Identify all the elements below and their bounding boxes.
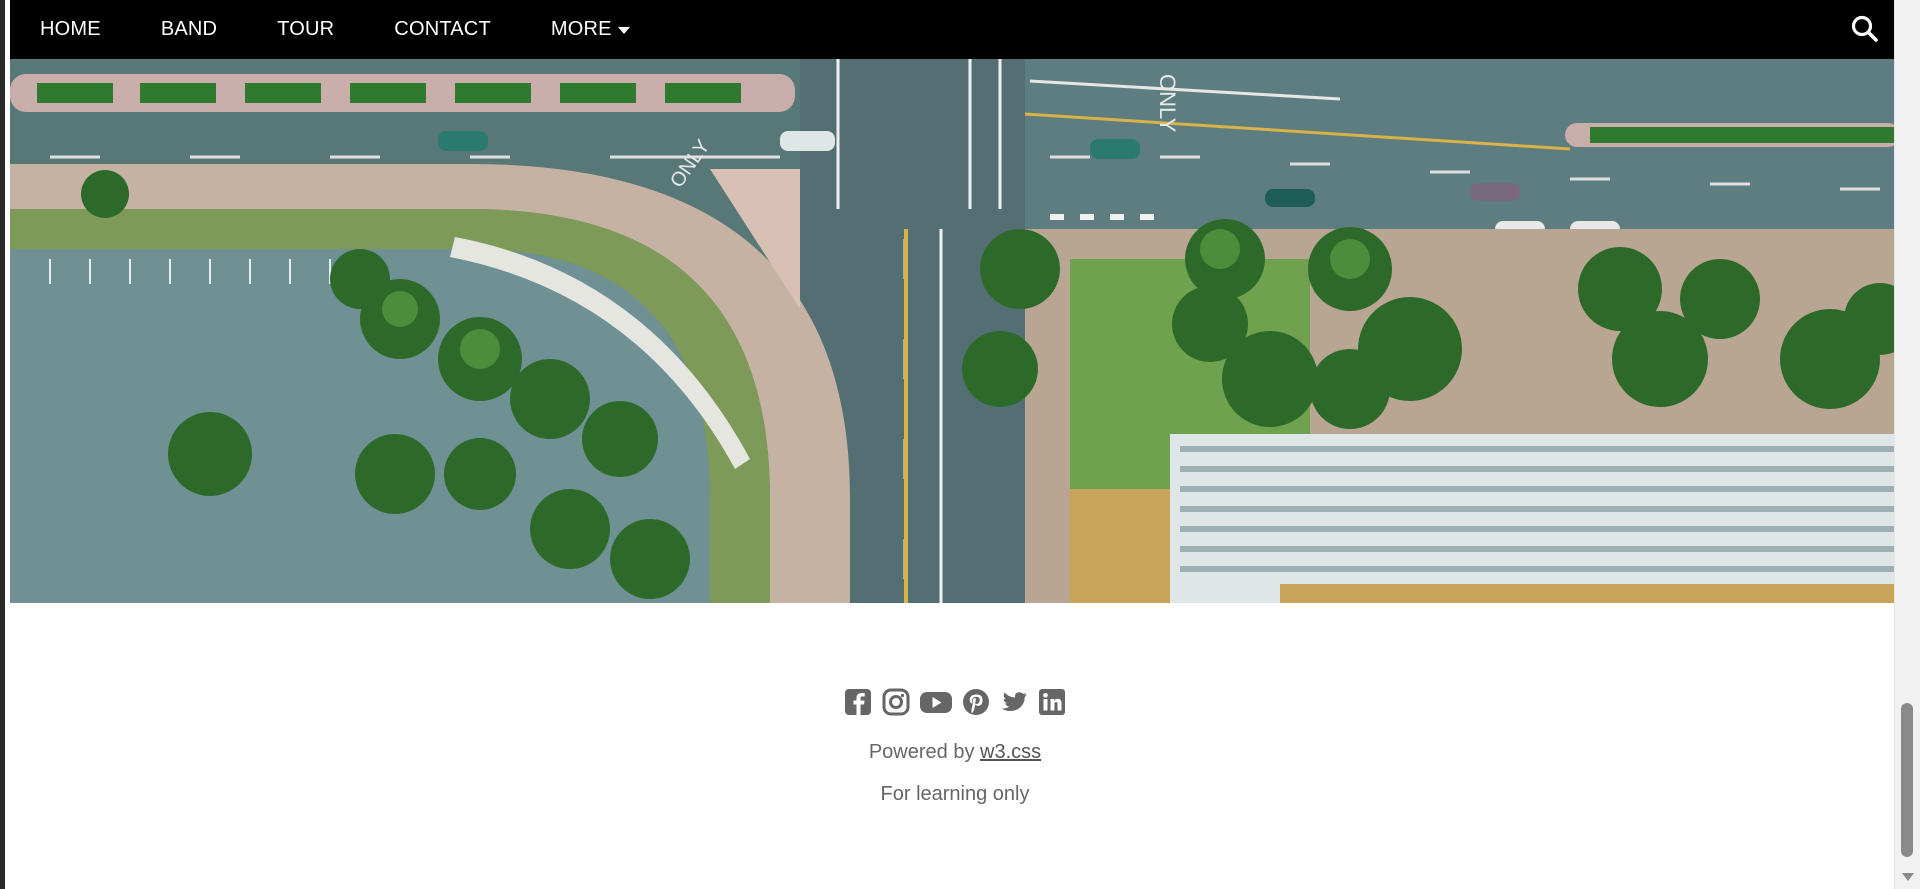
nav-home[interactable]: HOME: [10, 0, 131, 59]
nav-contact-label: CONTACT: [394, 18, 491, 40]
footer: Powered by w3.css For learning only: [10, 603, 1900, 889]
learning-note: For learning only: [880, 783, 1030, 805]
nav-tour-label: TOUR: [277, 18, 335, 40]
linkedin-icon[interactable]: [1037, 687, 1067, 717]
w3css-link[interactable]: w3.css: [980, 741, 1041, 763]
nav-more-label: MORE: [550, 18, 612, 40]
nav-tour[interactable]: TOUR: [247, 0, 364, 59]
scrollbar-thumb[interactable]: [1901, 703, 1913, 857]
nav-home-label: HOME: [40, 18, 101, 40]
powered-by-text: Powered by w3.css: [10, 741, 1900, 764]
hero-image: ONLY ONLY: [10, 59, 1900, 603]
top-navbar: HOME BAND TOUR CONTACT MORE: [10, 0, 1900, 59]
facebook-icon[interactable]: [843, 687, 873, 717]
vertical-scrollbar[interactable]: [1894, 0, 1920, 889]
road-marking-only: ONLY: [1155, 74, 1180, 133]
browser-viewport: HOME BAND TOUR CONTACT MORE ONLY ONLY Po…: [0, 0, 1920, 889]
powered-by-prefix: Powered by: [868, 741, 981, 763]
twitter-icon[interactable]: [999, 687, 1029, 717]
search-icon[interactable]: [1850, 14, 1880, 44]
nav-more-dropdown[interactable]: MORE: [521, 0, 660, 59]
nav-band[interactable]: BAND: [131, 0, 247, 59]
scroll-down-arrow-icon[interactable]: [1902, 873, 1914, 881]
youtube-icon[interactable]: [919, 687, 953, 717]
nav-contact[interactable]: CONTACT: [364, 0, 521, 59]
social-icons-row: [10, 687, 1900, 717]
nav-band-label: BAND: [160, 18, 218, 40]
pinterest-icon[interactable]: [961, 687, 991, 717]
caret-down-icon: [617, 27, 630, 34]
instagram-icon[interactable]: [881, 687, 911, 717]
